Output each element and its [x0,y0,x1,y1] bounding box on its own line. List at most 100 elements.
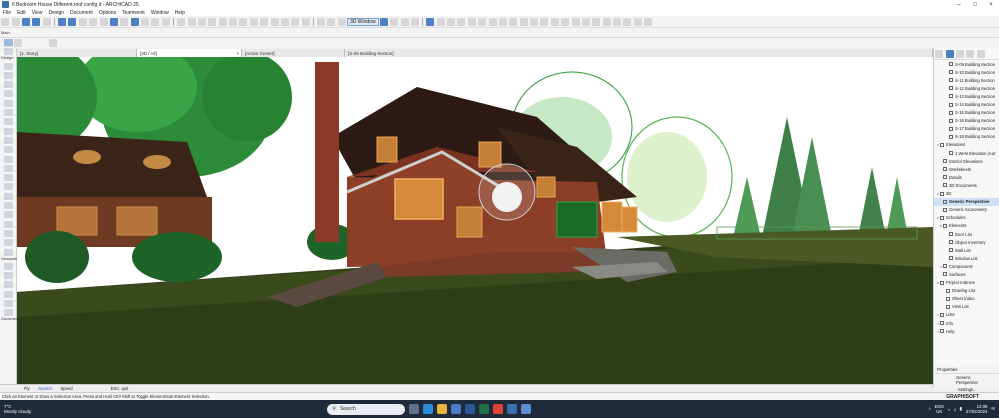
speed-control[interactable]: Speed [61,386,73,391]
marquee-tool-icon[interactable] [3,48,13,56]
visibility-icon[interactable] [519,17,528,26]
detail-tool-icon[interactable] [3,300,13,308]
project-map-icon[interactable] [935,49,944,58]
excel-icon[interactable] [479,404,490,414]
navigator-item[interactable]: S-15 Building Section [934,109,999,117]
speaker-icon[interactable]: ♫ [953,407,956,412]
publisher-sets-icon[interactable] [966,49,975,58]
menu-teamwork[interactable]: Teamwork [122,10,145,16]
shadow-icon[interactable] [488,17,497,26]
elevation-tool-icon[interactable] [3,272,13,280]
pen-icon[interactable] [21,17,30,26]
close-button[interactable]: × [983,2,999,8]
zoom-in-icon[interactable] [530,17,539,26]
guide-lines-icon[interactable] [141,17,150,26]
layers-icon[interactable] [120,17,129,26]
mirror-icon[interactable] [239,17,248,26]
clock[interactable]: 12:09 27/02/2024 [966,404,988,414]
navigator-item[interactable]: Interior Elevations [934,157,999,165]
navigator-item[interactable]: S-14 Building Section [934,100,999,108]
group-icon[interactable] [89,17,98,26]
fillet-icon[interactable] [218,17,227,26]
3d-window-button[interactable]: 3D Window [347,17,379,26]
task-view-icon[interactable] [409,404,420,414]
navigator-item[interactable]: Details [934,173,999,181]
joystick-mode[interactable]: Joystick [38,386,53,391]
navigator-item[interactable]: > Help [934,327,999,335]
slab-tool-icon[interactable] [3,90,13,98]
navigator-item[interactable]: Door List [934,230,999,238]
worksheet-tool-icon[interactable] [3,290,13,298]
sun-icon[interactable] [498,17,507,26]
tab-close-icon[interactable]: × [236,51,239,56]
ramp-tool-icon[interactable] [3,192,13,200]
wall-tool-icon[interactable] [3,62,13,70]
3d-viewport[interactable] [17,57,933,384]
shell-tool-icon[interactable] [3,109,13,117]
edge-icon[interactable] [423,404,434,414]
axonometry-icon[interactable] [390,17,399,26]
redo-icon[interactable] [11,17,20,26]
navigator-item[interactable]: S-10 Building Section [934,68,999,76]
layout-book-icon[interactable] [955,49,964,58]
navigator-item[interactable]: Wall List [934,246,999,254]
team-icon[interactable] [592,17,601,26]
navigator-item[interactable]: 3D Documents [934,181,999,189]
corner-window-tool-icon[interactable] [3,155,13,163]
section-icon[interactable] [327,17,336,26]
beam-tool-icon[interactable] [3,81,13,89]
curtain-wall-tool-icon[interactable] [3,127,13,135]
3d-style-icon[interactable] [410,17,419,26]
skylight-tool-icon[interactable] [3,118,13,126]
rotate-icon[interactable] [249,17,258,26]
menu-help[interactable]: Help [175,10,185,16]
tab-active-center[interactable]: [Active Center] [242,49,345,57]
mesh-tool-icon[interactable] [3,202,13,210]
explore-icon[interactable] [447,17,456,26]
floor-plan-icon[interactable] [317,17,326,26]
elevation-icon[interactable] [337,17,346,26]
navigator-item[interactable]: S-16 Building Section [934,117,999,125]
intersect-icon[interactable] [208,17,217,26]
morph-tool-icon[interactable] [3,220,13,228]
fit-in-window-icon[interactable] [550,17,559,26]
stair-tool-icon[interactable] [3,174,13,182]
stretch-icon[interactable] [291,17,300,26]
door-tool-icon[interactable] [3,136,13,144]
menu-document[interactable]: Document [70,10,93,16]
navigator-item[interactable]: Window List [934,254,999,262]
menu-window[interactable]: Window [151,10,169,16]
battery-icon[interactable]: ▮ [960,406,962,412]
ruler-icon[interactable] [151,17,160,26]
interior-elevation-tool-icon[interactable] [3,281,13,289]
gravity-icon[interactable] [109,17,118,26]
lock-icon[interactable] [99,17,108,26]
word-icon[interactable] [465,404,476,414]
wifi-icon[interactable]: ≈ [948,407,950,412]
user-icon[interactable] [633,17,642,26]
window-tool-icon[interactable] [3,146,13,154]
section-plane-icon[interactable] [478,17,487,26]
move-icon[interactable] [260,17,269,26]
taskbar-search[interactable]: ⚲ Search [327,403,406,415]
tab-3d-all[interactable]: [3D / All] × [137,49,242,57]
navigator-item[interactable]: v Project Indexes [934,279,999,287]
offset-icon[interactable] [229,17,238,26]
railing-tool-icon[interactable] [3,183,13,191]
marquee-3d-icon[interactable] [467,17,476,26]
undo-icon[interactable] [1,17,10,26]
cutaway-icon[interactable] [457,17,466,26]
info-icon[interactable] [623,17,632,26]
navigator-item[interactable]: > Components [934,262,999,270]
angle-icon[interactable] [161,17,170,26]
element-settings-icon[interactable] [48,39,57,47]
navigator-item[interactable]: Sheet Index [934,295,999,303]
opening-tool-icon[interactable] [3,248,13,256]
trim-icon[interactable] [177,17,186,26]
perspective-icon[interactable] [379,17,388,26]
drag-icon[interactable] [270,17,279,26]
settings-icon[interactable] [602,17,611,26]
orbit-icon[interactable] [436,17,445,26]
store-icon[interactable] [451,404,462,414]
navigator-item[interactable]: v Schedules [934,214,999,222]
